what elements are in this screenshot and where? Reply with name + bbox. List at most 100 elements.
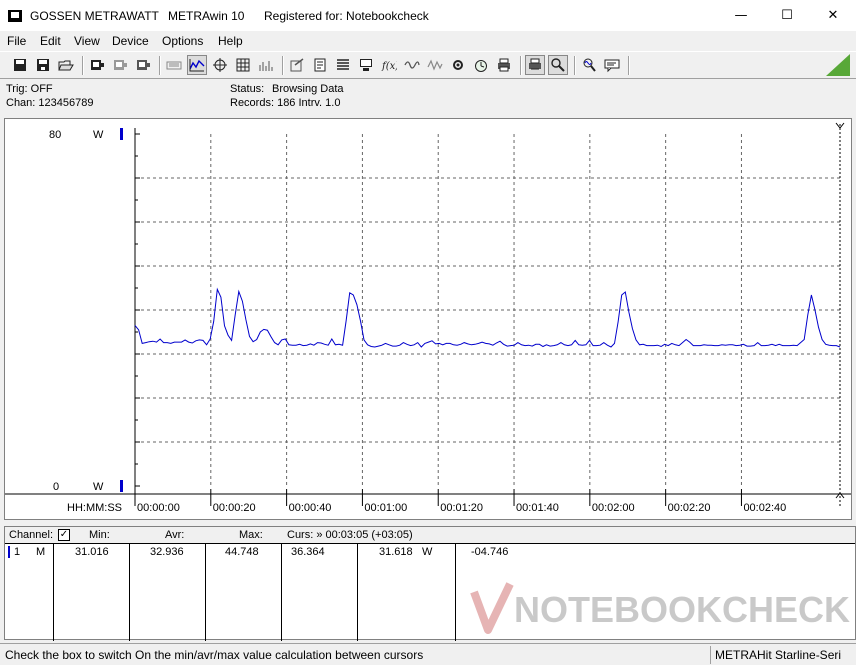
x-tick-label: 00:00:20	[213, 502, 256, 514]
row-avr: 32.936	[150, 546, 184, 558]
trigger-status: Trig: OFF	[6, 83, 53, 95]
toolbar: f(x)	[0, 51, 856, 79]
x-tick-label: 00:02:20	[668, 502, 711, 514]
close-button[interactable]: ✕	[810, 0, 856, 31]
title-registered: Registered for: Notebookcheck	[264, 9, 429, 23]
records-info: Records: 186 Intrv. 1.0	[230, 97, 341, 109]
row-difference: -04.746	[471, 546, 509, 558]
zoom-wave-icon	[583, 58, 596, 72]
power-chart[interactable]: 00:00:00 00:00:20 00:00:40 00:01:00 00:01:20…	[4, 118, 852, 520]
save-button[interactable]	[10, 55, 30, 75]
maximize-button[interactable]: ☐	[764, 0, 810, 31]
menu-file[interactable]: File	[7, 34, 26, 48]
export-button[interactable]	[287, 55, 307, 75]
zoom-wave-button[interactable]	[579, 55, 599, 75]
save-as-button[interactable]	[33, 55, 53, 75]
printer-setup-button[interactable]	[525, 55, 545, 75]
table-view-button[interactable]	[233, 55, 253, 75]
formula-button[interactable]: f(x)	[379, 55, 399, 75]
comment-button[interactable]	[602, 55, 622, 75]
signal-button[interactable]	[425, 55, 445, 75]
min-max-checkbox[interactable]: ✓	[58, 529, 70, 541]
printer-setup-icon	[529, 58, 541, 70]
power-series-line	[134, 287, 841, 348]
status-bar: Check the box to switch On the min/avr/m…	[0, 643, 856, 665]
status-value: Browsing Data	[272, 83, 344, 95]
status-label: Status:	[230, 83, 265, 95]
clock-button[interactable]	[471, 55, 491, 75]
status-divider	[710, 646, 711, 664]
x-tick-label: 00:01:40	[516, 502, 559, 514]
x-tick-label: 00:01:00	[364, 502, 407, 514]
computer-icon	[360, 59, 372, 71]
menu-edit[interactable]: Edit	[40, 34, 61, 48]
y-unit-top: W	[93, 129, 104, 141]
wave-button[interactable]	[402, 55, 422, 75]
corner-triangle-icon	[826, 54, 850, 76]
header-avr: Avr:	[165, 529, 185, 541]
menu-bar: File Edit View Device Options Help	[0, 31, 856, 51]
menu-options[interactable]: Options	[162, 34, 203, 48]
save-as-icon	[37, 59, 49, 71]
printer-button[interactable]	[494, 55, 514, 75]
zoom-in-button[interactable]	[548, 55, 568, 75]
x-tick-label: 00:00:40	[289, 502, 332, 514]
watermark-text: NOTEBOOKCHECK	[514, 589, 850, 630]
menu-help[interactable]: Help	[218, 34, 243, 48]
crosshair-button[interactable]	[210, 55, 230, 75]
table-divider	[5, 543, 855, 544]
device-write-button[interactable]	[133, 55, 153, 75]
crosshair-icon	[213, 58, 227, 72]
menu-device[interactable]: Device	[112, 34, 149, 48]
print-preview-icon	[314, 58, 326, 72]
signal-icon	[427, 59, 443, 71]
watermark-logo: NOTEBOOKCHECK	[470, 582, 850, 634]
chart-view-icon	[189, 59, 205, 72]
y-min-label: 0	[53, 481, 59, 493]
toolbar-separator	[159, 56, 161, 75]
table-divider	[129, 543, 130, 641]
toolbar-separator	[574, 56, 576, 75]
keyboard-button[interactable]	[164, 55, 184, 75]
histogram-icon	[259, 61, 273, 71]
device-icon	[91, 60, 104, 70]
row-min: 31.016	[75, 546, 109, 558]
y-max-label: 80	[49, 129, 61, 141]
export-icon	[290, 58, 304, 72]
device-name: METRAHit Starline-Seri	[715, 648, 842, 662]
header-cursor: Curs: » 00:03:05 (+03:05)	[287, 529, 413, 541]
header-min: Min:	[89, 529, 110, 541]
list-button[interactable]	[333, 55, 353, 75]
menu-view[interactable]: View	[74, 34, 100, 48]
wave-icon	[404, 61, 420, 69]
toolbar-separator	[82, 56, 84, 75]
chart-view-button[interactable]	[187, 55, 207, 75]
histogram-button[interactable]	[256, 55, 276, 75]
table-header	[5, 527, 855, 543]
y-unit-bottom: W	[93, 481, 104, 493]
table-view-icon	[236, 58, 250, 72]
app-icon[interactable]	[8, 10, 22, 22]
device-read-button[interactable]	[110, 55, 130, 75]
settings-button[interactable]	[448, 55, 468, 75]
row-cursor-1: 36.364	[291, 546, 325, 558]
open-folder-button[interactable]	[56, 55, 76, 75]
row-mode: M	[36, 546, 46, 558]
zoom-in-icon	[551, 58, 565, 72]
toolbar-separator	[520, 56, 522, 75]
row-cursor-2: 31.618	[379, 546, 413, 558]
computer-button[interactable]	[356, 55, 376, 75]
minimize-icon: —	[734, 8, 748, 23]
svg-text:f(x): f(x)	[381, 61, 397, 72]
minimize-button[interactable]: —	[718, 0, 764, 31]
keyboard-icon	[166, 61, 182, 70]
clock-icon	[475, 60, 487, 72]
formula-icon: f(x)	[381, 61, 397, 72]
row-unit: W	[422, 546, 433, 558]
print-preview-button[interactable]	[310, 55, 330, 75]
channel-marker-bottom	[120, 480, 123, 492]
settings-icon	[453, 60, 463, 70]
device-button[interactable]	[87, 55, 107, 75]
comment-icon	[604, 59, 620, 73]
title-brand: GOSSEN METRAWATT	[30, 9, 159, 23]
